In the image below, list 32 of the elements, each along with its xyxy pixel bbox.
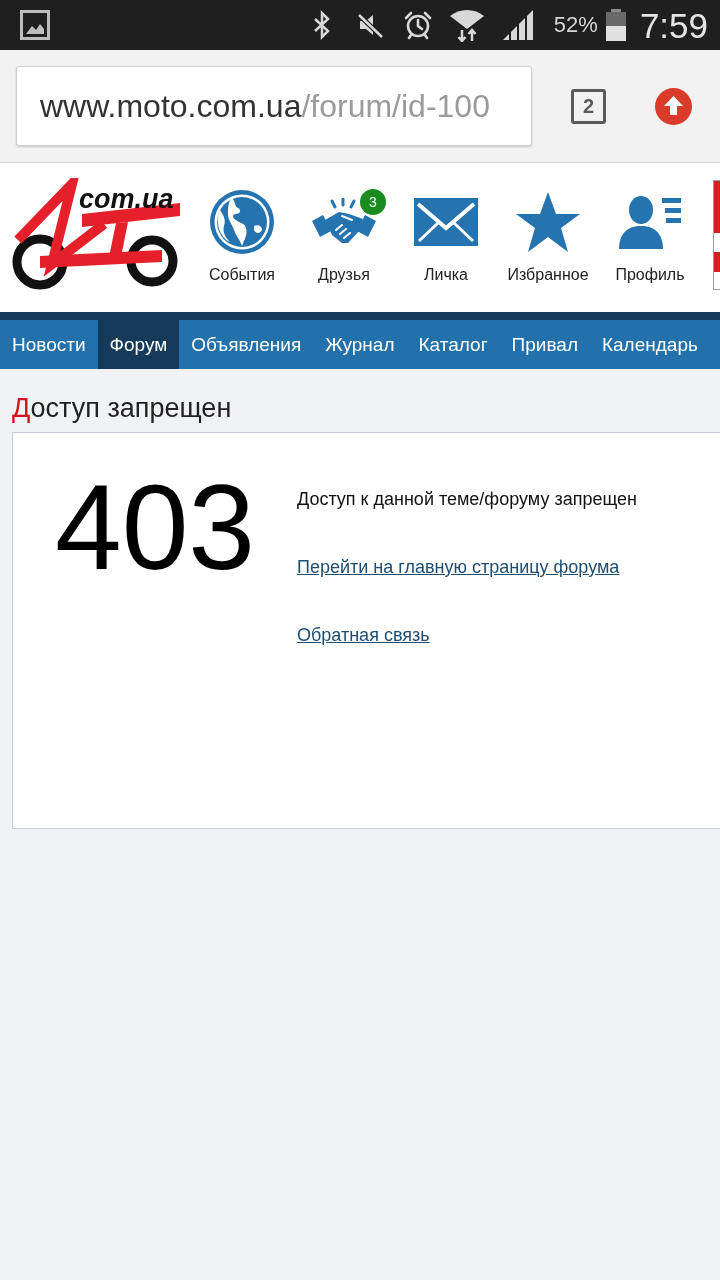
battery-percent: 52%: [553, 14, 598, 36]
nav-tab[interactable]: Новости: [0, 320, 98, 369]
address-bar[interactable]: www.moto.com.ua/forum/id-100: [16, 66, 532, 146]
page-title: Доступ запрещен: [12, 392, 233, 424]
mute-icon: [355, 11, 384, 39]
shortcut-link[interactable]: Избранное: [497, 163, 599, 284]
nav-tab[interactable]: Форум: [97, 320, 180, 369]
nav-tab[interactable]: Каталог: [406, 320, 500, 369]
clock-time: 7:59: [639, 7, 708, 43]
envelope-icon: [414, 198, 478, 246]
handshake-icon: [312, 198, 376, 246]
image-icon: [20, 9, 50, 41]
shortcut-link[interactable]: Друзья 3: [293, 163, 395, 284]
star-icon: [516, 192, 580, 252]
notification-badge: 3: [360, 189, 386, 215]
battery-icon: [604, 9, 627, 41]
logo-text: com.ua: [79, 186, 174, 213]
shortcut-link[interactable]: Личка: [395, 163, 497, 284]
error-message: Доступ к данной теме/форуму запрещен: [297, 488, 637, 511]
nav-tab[interactable]: Календарь: [590, 320, 710, 369]
alarm-clock-icon: [402, 10, 433, 40]
user-profile-icon: [618, 195, 682, 249]
nav-tab[interactable]: Журнал: [313, 320, 407, 369]
shortcut-link[interactable]: События: [191, 163, 293, 284]
text-link[interactable]: Обратная связь: [297, 623, 430, 647]
shortcut-link[interactable]: Профиль: [599, 163, 701, 284]
globe-icon: [210, 190, 274, 254]
nav-tab[interactable]: Привал: [499, 320, 590, 369]
text-link[interactable]: Перейти на главную страницу форума: [297, 555, 620, 579]
error-code: 403: [54, 467, 256, 587]
nav-tab[interactable]: Объявления: [179, 320, 314, 369]
tab-count-button[interactable]: 2: [571, 88, 606, 124]
